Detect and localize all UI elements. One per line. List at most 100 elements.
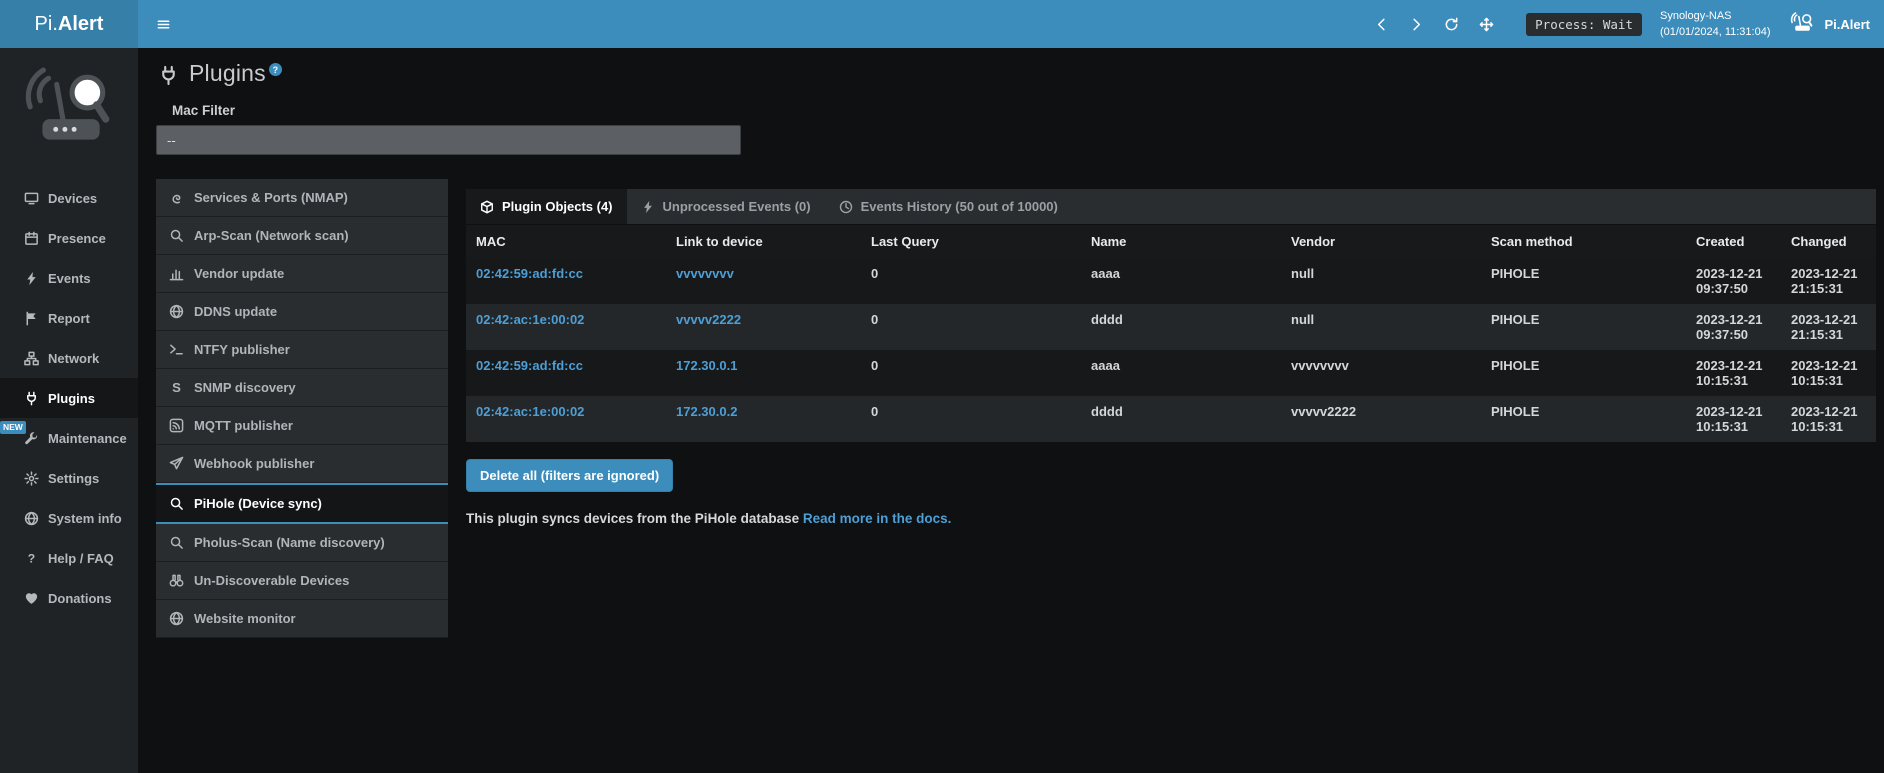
page-header: Plugins ? <box>156 60 1876 87</box>
sidebar-item-report[interactable]: Report <box>0 298 138 338</box>
send-icon <box>169 456 184 471</box>
plugin-item-website-monitor[interactable]: Website monitor <box>156 600 448 638</box>
cell-link-to-device: vvvvv2222 <box>666 304 861 350</box>
mac-link[interactable]: 02:42:ac:1e:00:02 <box>476 404 584 419</box>
plugin-item-un-discoverable-devices[interactable]: Un-Discoverable Devices <box>156 562 448 600</box>
plugin-note: This plugin syncs devices from the PiHol… <box>466 511 1876 526</box>
sidebar-item-label: Maintenance <box>48 431 127 446</box>
cell-created: 2023-12-21 09:37:50 <box>1686 304 1781 350</box>
plugin-item-label: PiHole (Device sync) <box>194 496 322 511</box>
plugin-item-label: Vendor update <box>194 266 284 281</box>
mac-filter-input[interactable] <box>156 125 741 155</box>
sidebar-item-events[interactable]: Events <box>0 258 138 298</box>
tab-plugin-objects-4[interactable]: Plugin Objects (4) <box>466 189 627 224</box>
cell-vendor: null <box>1281 304 1481 350</box>
svg-text:?: ? <box>28 551 35 565</box>
plugin-item-ddns-update[interactable]: DDNS update <box>156 293 448 331</box>
plugin-item-ntfy-publisher[interactable]: NTFY publisher <box>156 331 448 369</box>
refresh-icon[interactable] <box>1444 17 1459 32</box>
bolt-icon <box>24 271 48 286</box>
plugin-item-arp-scan-network-scan[interactable]: Arp-Scan (Network scan) <box>156 217 448 255</box>
cell-vendor: vvvvvvvv <box>1281 350 1481 396</box>
main-content: Plugins ? Mac Filter Services & Ports (N… <box>138 48 1884 773</box>
sidebar-item-plugins[interactable]: Plugins <box>0 378 138 418</box>
plugin-description: This plugin syncs devices from the PiHol… <box>466 511 799 526</box>
hamburger-icon <box>156 17 171 32</box>
cell-link-to-device: 172.30.0.1 <box>666 350 861 396</box>
mac-link[interactable]: 02:42:ac:1e:00:02 <box>476 312 584 327</box>
forward-arrow-icon[interactable] <box>1409 17 1424 32</box>
calendar-icon <box>24 231 48 246</box>
cell-name: aaaa <box>1081 350 1281 396</box>
table-row: 02:42:59:ad:fd:ccvvvvvvvv0aaaanullPIHOLE… <box>466 258 1876 304</box>
sidebar-item-label: Network <box>48 351 99 366</box>
sidebar-item-devices[interactable]: Devices <box>0 178 138 218</box>
column-header-created: Created <box>1686 225 1781 258</box>
device-link[interactable]: vvvvv2222 <box>676 312 741 327</box>
brand-logo[interactable]: Pi.Alert <box>0 0 138 48</box>
sidebar-item-label: Presence <box>48 231 106 246</box>
plugin-item-mqtt-publisher[interactable]: MQTT publisher <box>156 407 448 445</box>
plugin-item-label: Arp-Scan (Network scan) <box>194 228 349 243</box>
monitor-icon <box>24 191 48 206</box>
column-header-link-to-device: Link to device <box>666 225 861 258</box>
plugin-objects-table: MACLink to deviceLast QueryNameVendorSca… <box>466 225 1876 442</box>
plugin-item-services-ports-nmap[interactable]: Services & Ports (NMAP) <box>156 179 448 217</box>
question-icon: ? <box>24 551 48 566</box>
plugin-item-vendor-update[interactable]: Vendor update <box>156 255 448 293</box>
help-badge[interactable]: ? <box>269 63 282 76</box>
bolt-icon <box>641 200 655 214</box>
sidebar-item-settings[interactable]: Settings <box>0 458 138 498</box>
plugin-item-pholus-scan-name-discovery[interactable]: Pholus-Scan (Name discovery) <box>156 524 448 562</box>
sidebar-item-system-info[interactable]: System info <box>0 498 138 538</box>
table-body: 02:42:59:ad:fd:ccvvvvvvvv0aaaanullPIHOLE… <box>466 258 1876 442</box>
sidebar-item-label: Events <box>48 271 91 286</box>
plugin-item-label: Website monitor <box>194 611 296 626</box>
top-bar: Pi.Alert Process: Wait Synology-NAS (01/… <box>0 0 1884 48</box>
move-arrows-icon[interactable] <box>1479 17 1494 32</box>
globe-icon <box>169 304 184 319</box>
sidebar-item-donations[interactable]: Donations <box>0 578 138 618</box>
plugin-item-snmp-discovery[interactable]: SSNMP discovery <box>156 369 448 407</box>
cell-changed: 2023-12-21 10:15:31 <box>1781 396 1876 442</box>
mac-link[interactable]: 02:42:59:ad:fd:cc <box>476 266 583 281</box>
device-link[interactable]: vvvvvvvv <box>676 266 734 281</box>
cell-scan-method: PIHOLE <box>1481 304 1686 350</box>
back-arrow-icon[interactable] <box>1374 17 1389 32</box>
cell-name: aaaa <box>1081 258 1281 304</box>
sidebar-item-maintenance[interactable]: NEW Maintenance <box>0 418 138 458</box>
cell-mac: 02:42:59:ad:fd:cc <box>466 350 666 396</box>
column-header-name: Name <box>1081 225 1281 258</box>
page-title: Plugins <box>189 60 266 87</box>
cell-scan-method: PIHOLE <box>1481 396 1686 442</box>
pialert-logo-icon <box>1788 12 1816 36</box>
delete-all-button[interactable]: Delete all (filters are ignored) <box>466 459 673 492</box>
sidebar: Devices Presence Events Report Network Plugin… <box>0 48 138 773</box>
sidebar-item-help-faq[interactable]: ? Help / FAQ <box>0 538 138 578</box>
sidebar-item-label: Help / FAQ <box>48 551 114 566</box>
plugin-item-label: DDNS update <box>194 304 277 319</box>
cell-last-query: 0 <box>861 258 1081 304</box>
sidebar-item-presence[interactable]: Presence <box>0 218 138 258</box>
new-badge: NEW <box>0 421 26 434</box>
column-header-changed: Changed <box>1781 225 1876 258</box>
tab-unprocessed-events-0[interactable]: Unprocessed Events (0) <box>627 189 825 224</box>
letter-s-icon: S <box>169 380 184 395</box>
sidebar-item-label: Report <box>48 311 90 326</box>
docs-link[interactable]: Read more in the docs. <box>803 511 952 526</box>
plugin-item-webhook-publisher[interactable]: Webhook publisher <box>156 445 448 483</box>
cell-mac: 02:42:59:ad:fd:cc <box>466 258 666 304</box>
plugin-item-label: Un-Discoverable Devices <box>194 573 349 588</box>
device-link[interactable]: 172.30.0.1 <box>676 358 737 373</box>
plugin-item-pihole-device-sync[interactable]: PiHole (Device sync) <box>156 483 448 524</box>
cell-link-to-device: vvvvvvvv <box>666 258 861 304</box>
sidebar-item-network[interactable]: Network <box>0 338 138 378</box>
tab-events-history-50-out-of-10000[interactable]: Events History (50 out of 10000) <box>825 189 1072 224</box>
mac-link[interactable]: 02:42:59:ad:fd:cc <box>476 358 583 373</box>
host-info: Synology-NAS (01/01/2024, 11:31:04) <box>1660 8 1771 41</box>
device-link[interactable]: 172.30.0.2 <box>676 404 737 419</box>
cell-vendor: null <box>1281 258 1481 304</box>
cell-link-to-device: 172.30.0.2 <box>666 396 861 442</box>
menu-toggle-button[interactable] <box>138 0 189 48</box>
brand-light: Pi. <box>35 13 58 36</box>
